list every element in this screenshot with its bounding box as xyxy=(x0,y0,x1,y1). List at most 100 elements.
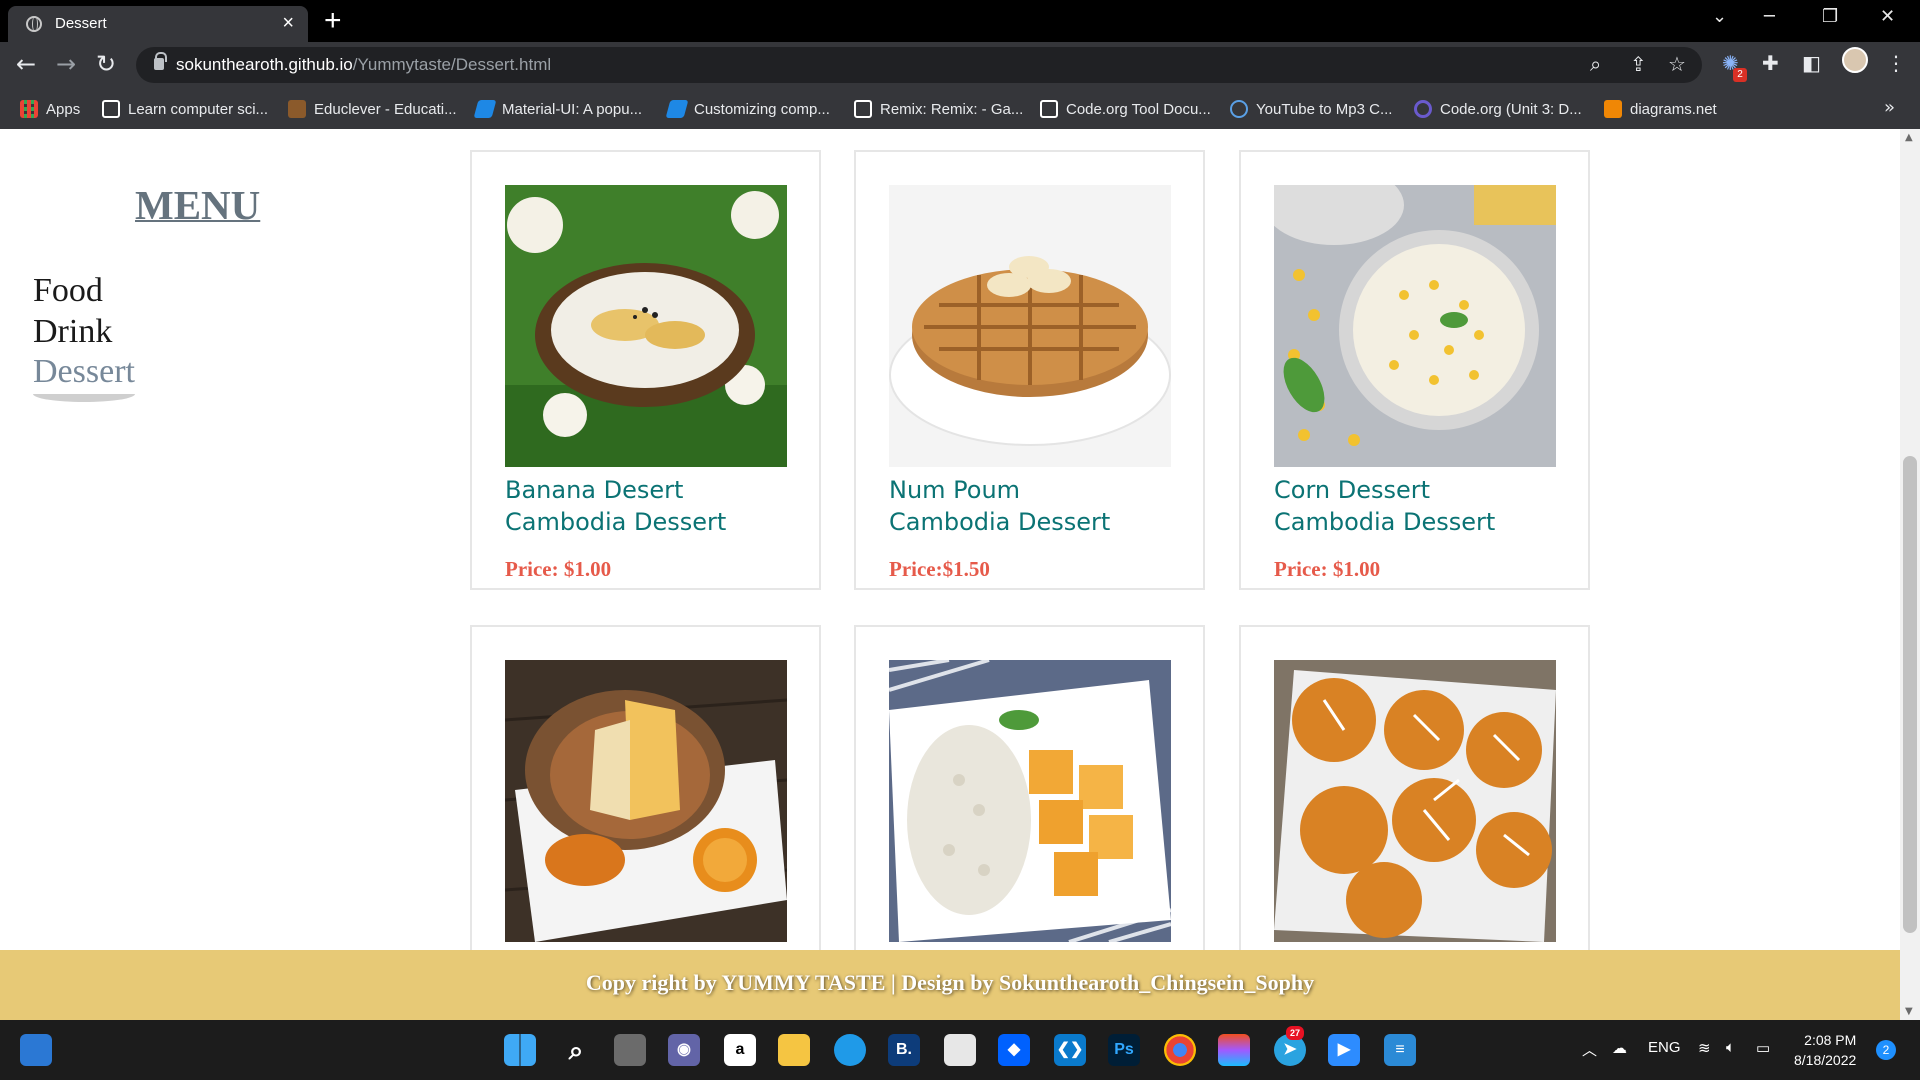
restore-button[interactable]: ❐ xyxy=(1822,6,1838,27)
bookmark-item[interactable]: Code.org (Unit 3: D... xyxy=(1414,96,1582,122)
dessert-origin: Cambodia Dessert xyxy=(1274,508,1496,536)
chrome-icon[interactable] xyxy=(1164,1034,1196,1066)
dessert-price: Price: $1.00 xyxy=(505,557,612,581)
forward-button[interactable]: → xyxy=(56,50,76,78)
address-bar[interactable]: sokunthearoth.github.io/Yummytaste/Desse… xyxy=(136,47,1702,83)
minimize-button[interactable]: ─ xyxy=(1764,6,1775,27)
volume-muted-icon[interactable]: 🔈︎ xyxy=(1726,1039,1735,1056)
globe-icon xyxy=(26,16,42,32)
language-indicator[interactable]: ENG xyxy=(1648,1039,1681,1056)
new-tab-button[interactable]: + xyxy=(324,4,342,38)
educlever-icon xyxy=(288,100,306,118)
dessert-card[interactable]: Corn Dessert Cambodia Dessert Price: $1.… xyxy=(1239,150,1590,590)
scroll-down-arrow-icon[interactable]: ▼ xyxy=(1905,1006,1913,1017)
profile-avatar[interactable] xyxy=(1842,47,1868,73)
browser-title-bar: Dessert × + ⌄ ─ ❐ ✕ xyxy=(0,0,1920,42)
bookmark-item[interactable]: Customizing comp... xyxy=(665,96,830,122)
material-ui-icon xyxy=(665,100,689,118)
b-app-icon[interactable]: B. xyxy=(888,1034,920,1066)
dessert-photo xyxy=(505,660,787,942)
bookmark-item[interactable]: Code.org Tool Docu... xyxy=(1040,96,1211,122)
extensions-puzzle-icon[interactable]: ✚ xyxy=(1762,51,1779,75)
browser-tab[interactable]: Dessert × xyxy=(8,6,308,42)
scroll-up-arrow-icon[interactable]: ▲ xyxy=(1905,132,1913,143)
bookmarks-bar: Apps Learn computer sci... Educlever - E… xyxy=(0,89,1920,129)
dessert-photo xyxy=(505,185,787,467)
bookmark-item[interactable]: Remix: Remix: - Ga... xyxy=(854,96,1023,122)
quizlet-icon xyxy=(1414,100,1432,118)
dessert-card[interactable]: Banana Desert Cambodia Dessert Price: $1… xyxy=(470,150,821,590)
browser-toolbar: ← → ↻ sokunthearoth.github.io/Yummytaste… xyxy=(0,42,1920,89)
dessert-photo xyxy=(889,660,1171,942)
figma-icon[interactable] xyxy=(1218,1034,1250,1066)
notepad-icon[interactable]: ≡ xyxy=(1384,1034,1416,1066)
menu-title: MENU xyxy=(135,182,261,228)
telegram-badge: 27 xyxy=(1286,1026,1304,1040)
battery-icon[interactable]: ▭ xyxy=(1756,1039,1770,1057)
amazon-icon[interactable]: a xyxy=(724,1034,756,1066)
dropbox-icon[interactable]: ◆ xyxy=(998,1034,1030,1066)
photoshop-icon[interactable]: Ps xyxy=(1108,1034,1140,1066)
search-icon[interactable]: ⌕ xyxy=(560,1034,592,1066)
code-org-icon xyxy=(854,100,872,118)
scrollbar-thumb[interactable] xyxy=(1903,456,1917,933)
edge-icon[interactable] xyxy=(834,1034,866,1066)
more-bookmarks-icon[interactable]: » xyxy=(1884,97,1895,118)
bookmark-item[interactable]: Learn computer sci... xyxy=(102,96,268,122)
url-text[interactable]: sokunthearoth.github.io/Yummytaste/Desse… xyxy=(176,55,551,75)
start-windows-icon[interactable] xyxy=(504,1034,536,1066)
dessert-name: Num Poum xyxy=(889,476,1021,504)
bookmark-item[interactable]: YouTube to Mp3 C... xyxy=(1230,96,1392,122)
file-explorer-icon[interactable] xyxy=(778,1034,810,1066)
dessert-photo xyxy=(889,185,1171,467)
lock-icon xyxy=(154,52,167,70)
zoom-icon[interactable]: ⌕ xyxy=(1590,52,1601,76)
close-tab-icon[interactable]: × xyxy=(282,12,294,35)
tab-search-icon[interactable]: ⌄ xyxy=(1712,6,1727,27)
tab-title: Dessert xyxy=(55,15,107,32)
zoom-icon[interactable]: ▶ xyxy=(1328,1034,1360,1066)
dessert-card[interactable]: Num Poum Cambodia Dessert Price:$1.50 xyxy=(854,150,1205,590)
nav-link-food[interactable]: Food xyxy=(33,272,103,310)
bookmark-star-icon[interactable]: ☆ xyxy=(1668,52,1686,76)
wifi-icon[interactable]: ≋ xyxy=(1698,1039,1711,1057)
dessert-origin: Cambodia Dessert xyxy=(505,508,727,536)
close-window-button[interactable]: ✕ xyxy=(1880,6,1895,27)
teams-chat-icon[interactable]: ◉ xyxy=(668,1034,700,1066)
dessert-name: Banana Desert xyxy=(505,476,684,504)
bookmark-apps[interactable]: Apps xyxy=(20,96,80,122)
code-org-icon xyxy=(102,100,120,118)
extension-badge: 2 xyxy=(1733,68,1747,82)
onedrive-icon[interactable]: ☁ xyxy=(1612,1039,1627,1057)
page-viewport: MENU Food Drink Dessert Banana Desert Ca… xyxy=(0,129,1920,1020)
system-clock[interactable]: 2:08 PM 8/18/2022 xyxy=(1794,1030,1856,1070)
side-panel-icon[interactable]: ◧ xyxy=(1802,51,1821,75)
share-icon[interactable]: ⇪ xyxy=(1630,52,1647,76)
browser-menu-icon[interactable]: ⋮ xyxy=(1886,51,1906,75)
dessert-origin: Cambodia Dessert xyxy=(889,508,1111,536)
clock-time: 2:08 PM xyxy=(1804,1032,1857,1048)
dessert-price: Price:$1.50 xyxy=(889,557,990,581)
clock-date: 8/18/2022 xyxy=(1794,1052,1857,1068)
tray-chevron-icon[interactable]: ︿ xyxy=(1582,1039,1597,1060)
dessert-price: Price: $1.00 xyxy=(1274,557,1381,581)
vscode-icon[interactable]: ❮❯ xyxy=(1054,1034,1086,1066)
ms-store-icon[interactable] xyxy=(944,1034,976,1066)
dessert-photo xyxy=(1274,660,1556,942)
page-scrollbar[interactable]: ▲ ▼ xyxy=(1900,129,1920,1020)
cloud-download-icon xyxy=(1230,100,1248,118)
back-button[interactable]: ← xyxy=(16,50,36,78)
bookmark-item[interactable]: Educlever - Educati... xyxy=(288,96,457,122)
apps-grid-icon xyxy=(20,100,38,118)
widgets-icon[interactable] xyxy=(20,1034,52,1066)
notification-count-badge[interactable]: 2 xyxy=(1876,1040,1896,1060)
active-nav-indicator xyxy=(33,386,135,402)
nav-link-drink[interactable]: Drink xyxy=(33,313,112,351)
bookmark-item[interactable]: Material-UI: A popu... xyxy=(473,96,642,122)
diagrams-icon xyxy=(1604,100,1622,118)
footer-copyright: Copy right by YUMMY TASTE | Design by So… xyxy=(585,970,1315,995)
dessert-photo xyxy=(1274,185,1556,467)
bookmark-item[interactable]: diagrams.net xyxy=(1604,96,1717,122)
task-view-icon[interactable] xyxy=(614,1034,646,1066)
reload-button[interactable]: ↻ xyxy=(96,50,116,78)
